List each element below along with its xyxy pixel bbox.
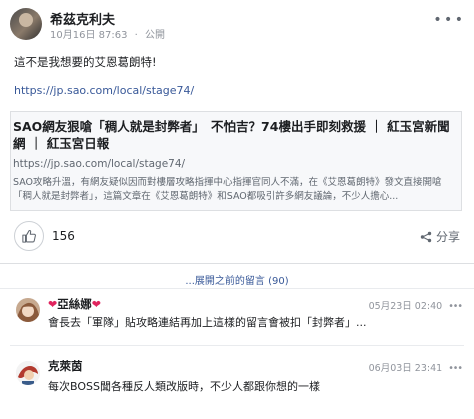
post-actions: 156 分享 [10, 220, 464, 254]
commenter-name[interactable]: ❤亞絲娜❤ [48, 296, 101, 312]
heart-icon: ❤ [91, 298, 101, 311]
link-preview-card[interactable]: SAO網友狠嗆「稠人就是封弊者」 不怕吉？74樓出手即刻救援 ｜ 紅玉宮新聞網 … [10, 111, 462, 211]
comment-options-icon[interactable]: ••• [448, 301, 463, 312]
card-title[interactable]: SAO網友狠嗆「稠人就是封弊者」 不怕吉？74樓出手即刻救援 ｜ 紅玉宮新聞網 … [13, 118, 457, 152]
more-options-icon[interactable]: • • • [433, 12, 463, 28]
commenter-name[interactable]: 克萊茵 [48, 358, 83, 374]
share-label: 分享 [435, 230, 460, 244]
like-button[interactable] [14, 221, 44, 251]
comment-time: 06月03日 23:41 ••• [368, 360, 463, 374]
share-button[interactable]: 分享 [420, 228, 460, 245]
comment-text: 會長去「軍隊」貼攻略連結再加上這樣的留言會被扣「封弊者」... [48, 316, 367, 329]
avatar-image [16, 361, 40, 385]
share-icon [420, 231, 432, 243]
comment-time-text: 05月23日 02:40 [368, 301, 443, 312]
commenter-avatar[interactable] [16, 361, 40, 385]
divider [0, 288, 474, 289]
commenter-avatar[interactable] [16, 298, 40, 322]
card-description: SAO攻略升溫，有網友疑似因而對樓層攻略指揮中心指揮官同人不滿，在《艾恩葛朗特》… [13, 177, 442, 202]
comment-options-icon[interactable]: ••• [448, 363, 463, 374]
comment-text: 每次BOSS聞各種反人類改版時，不少人都跟你想的一樣 [48, 380, 320, 393]
comment-time-text: 06月03日 23:41 [368, 363, 443, 374]
divider [0, 263, 474, 264]
comment-time: 05月23日 02:40 ••• [368, 298, 463, 312]
post-date[interactable]: 10月16日 87:63 [50, 30, 127, 41]
post-header: 希茲克利夫 10月16日 87:63 · 公開 • • • [10, 8, 464, 41]
view-previous-comments[interactable]: ...展開之前的留言 (90) [0, 272, 474, 287]
divider [10, 345, 464, 346]
post-visibility: 公開 [145, 30, 166, 41]
commenter-name-text: 亞絲娜 [57, 297, 92, 311]
heart-icon: ❤ [48, 298, 58, 311]
post-link[interactable]: https://jp.sao.com/local/stage74/ [14, 84, 194, 97]
post-text: 這不是我想要的艾恩葛朗特! [14, 55, 157, 69]
card-url: https://jp.sao.com/local/stage74/ [13, 158, 186, 170]
avatar-image [16, 298, 40, 322]
author-avatar[interactable] [10, 8, 42, 40]
meta-separator: · [134, 30, 138, 41]
post-meta: 10月16日 87:63 · 公開 [50, 26, 169, 41]
thumbs-up-icon [22, 229, 36, 243]
like-count: 156 [52, 229, 75, 243]
